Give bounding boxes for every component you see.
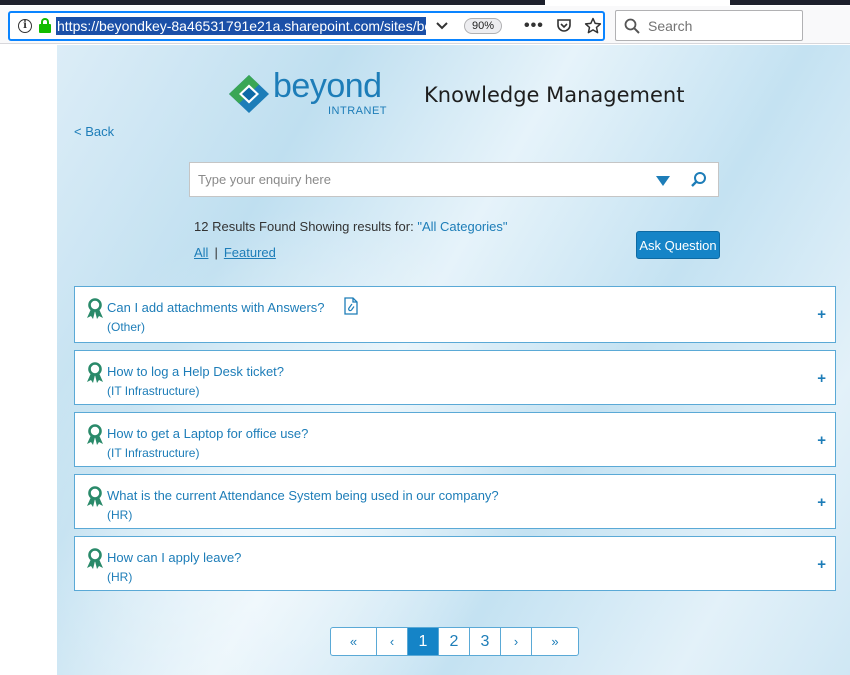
question-item[interactable]: How to get a Laptop for office use? (IT … (74, 412, 836, 467)
address-bar[interactable]: i https://beyondkey-8a46531791e21a.share… (8, 11, 605, 41)
question-text[interactable]: How to log a Help Desk ticket? (107, 364, 284, 379)
award-ribbon-icon (87, 362, 103, 383)
question-category: (Other) (107, 320, 146, 334)
page-button-3[interactable]: 3 (470, 628, 501, 655)
results-summary: 12 Results Found Showing results for: "A… (194, 219, 507, 234)
question-category: (IT Infrastructure) (107, 446, 200, 460)
page-button-1[interactable]: 1 (408, 628, 439, 655)
page-actions-icon[interactable]: ••• (524, 17, 544, 35)
lock-icon[interactable] (38, 18, 52, 34)
question-item[interactable]: Can I add attachments with Answers? (Oth… (74, 286, 836, 343)
info-icon[interactable]: i (18, 19, 32, 33)
question-item[interactable]: What is the current Attendance System be… (74, 474, 836, 529)
browser-search-box[interactable]: Search (615, 10, 803, 41)
back-link[interactable]: < Back (74, 124, 114, 139)
knowledge-management-page: beyond INTRANET Knowledge Management < B… (57, 45, 850, 675)
logo-wordmark: beyond (273, 67, 382, 105)
page-button-2[interactable]: 2 (439, 628, 470, 655)
question-text[interactable]: How can I apply leave? (107, 550, 241, 565)
award-ribbon-icon (87, 486, 103, 507)
question-item[interactable]: How can I apply leave? (HR) + (74, 536, 836, 591)
bookmark-star-icon[interactable] (584, 17, 602, 35)
search-icon[interactable] (690, 171, 708, 189)
zoom-level[interactable]: 90% (464, 18, 503, 34)
next-page-button[interactable]: › (501, 628, 532, 655)
url-text[interactable]: https://beyondkey-8a46531791e21a.sharepo… (56, 17, 426, 35)
pagination: « ‹ 1 2 3 › » (330, 627, 579, 656)
tab-strip-right (730, 0, 850, 5)
prev-page-button[interactable]: ‹ (377, 628, 408, 655)
filter-all-link[interactable]: All (194, 245, 208, 260)
search-icon (624, 18, 640, 34)
result-filters: All | Featured (194, 245, 276, 260)
question-text[interactable]: What is the current Attendance System be… (107, 488, 499, 503)
beyond-intranet-logo: beyond INTRANET (227, 67, 403, 119)
category-dropdown-icon[interactable] (656, 176, 670, 186)
logo-subtitle: INTRANET (328, 105, 387, 117)
question-category: (HR) (107, 570, 133, 584)
filter-featured-link[interactable]: Featured (224, 245, 276, 260)
question-category: (HR) (107, 508, 133, 522)
chevron-down-icon[interactable] (434, 18, 450, 34)
selected-category: "All Categories" (417, 219, 508, 234)
expand-icon[interactable]: + (817, 556, 826, 573)
question-text[interactable]: How to get a Laptop for office use? (107, 426, 308, 441)
question-text[interactable]: Can I add attachments with Answers? (107, 300, 325, 315)
ask-question-button[interactable]: Ask Question (636, 231, 720, 259)
enquiry-input[interactable] (190, 163, 640, 196)
expand-icon[interactable]: + (817, 306, 826, 323)
award-ribbon-icon (87, 548, 103, 569)
first-page-button[interactable]: « (331, 628, 377, 655)
tab-strip-left (0, 0, 545, 5)
showing-label: Showing results for: (299, 219, 414, 234)
award-ribbon-icon (87, 424, 103, 445)
enquiry-search-box (189, 162, 719, 197)
browser-toolbar: i https://beyondkey-8a46531791e21a.share… (0, 6, 850, 44)
results-count: 12 Results Found (194, 219, 296, 234)
expand-icon[interactable]: + (817, 494, 826, 511)
question-category: (IT Infrastructure) (107, 384, 200, 398)
expand-icon[interactable]: + (817, 370, 826, 387)
filter-separator: | (214, 245, 218, 260)
question-item[interactable]: How to log a Help Desk ticket? (IT Infra… (74, 350, 836, 405)
last-page-button[interactable]: » (532, 628, 578, 655)
page-title: Knowledge Management (424, 83, 685, 107)
attachment-icon (344, 297, 358, 315)
award-ribbon-icon (87, 298, 103, 319)
pocket-icon[interactable] (556, 18, 572, 34)
expand-icon[interactable]: + (817, 432, 826, 449)
question-list: Can I add attachments with Answers? (Oth… (74, 286, 836, 598)
search-placeholder: Search (648, 17, 693, 34)
